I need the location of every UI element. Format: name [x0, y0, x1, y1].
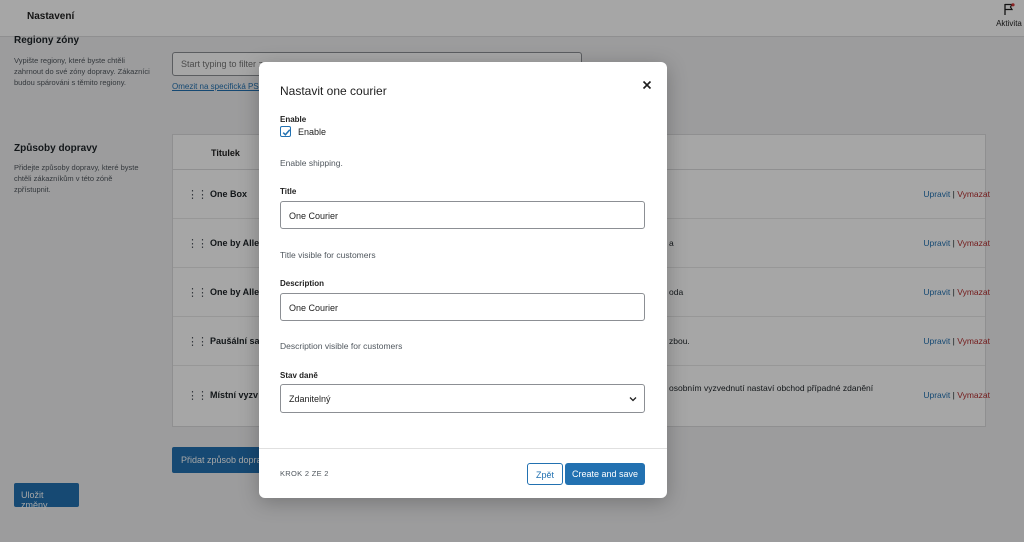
close-button[interactable] [640, 78, 654, 92]
close-icon [642, 80, 652, 90]
title-help: Title visible for customers [280, 250, 376, 260]
title-field-label: Title [280, 187, 297, 196]
check-icon [282, 129, 291, 136]
step-indicator: KROK 2 ZE 2 [280, 469, 329, 478]
modal-footer-divider [259, 448, 667, 449]
configure-method-modal: Nastavit one courier Enable Enable Enabl… [259, 62, 667, 498]
tax-status-select[interactable]: Zdanitelný [280, 384, 645, 413]
enable-checkbox-label: Enable [298, 127, 327, 137]
enable-field-label: Enable [280, 115, 307, 124]
enable-checkbox[interactable] [280, 126, 291, 137]
back-button[interactable]: Zpět [527, 463, 563, 485]
title-input[interactable]: One Courier [280, 201, 645, 229]
description-help: Description visible for customers [280, 341, 403, 351]
chevron-down-icon [629, 397, 637, 402]
modal-title: Nastavit one courier [280, 84, 387, 98]
description-input[interactable]: One Courier [280, 293, 645, 321]
create-and-save-button[interactable]: Create and save [565, 463, 645, 485]
tax-status-value: Zdanitelný [289, 394, 331, 404]
tax-status-label: Stav daně [280, 371, 318, 380]
description-field-label: Description [280, 279, 325, 288]
enable-help: Enable shipping. [280, 158, 343, 168]
